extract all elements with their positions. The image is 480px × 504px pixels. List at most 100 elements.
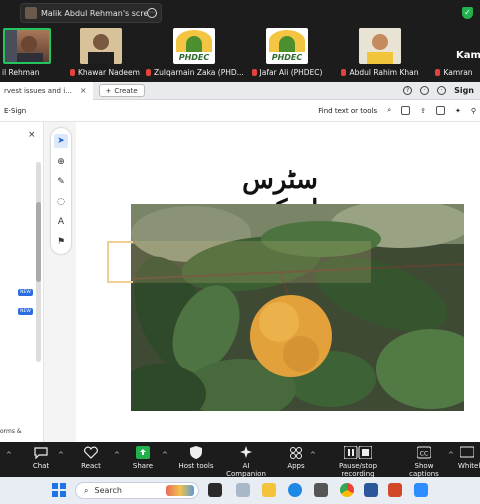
search-highlight-icon <box>166 485 194 496</box>
participant-name: il Rehman <box>2 68 40 77</box>
apps-icon <box>290 447 302 459</box>
phdec-logo: PHDEC <box>266 28 308 64</box>
file-explorer-icon[interactable] <box>262 483 276 497</box>
participant-tile[interactable]: PHDEC Jafar Ali (PHDEC) <box>250 28 324 82</box>
chevron-up-icon[interactable]: ^ <box>310 451 316 459</box>
lasso-icon[interactable]: ◌ <box>54 195 68 209</box>
new-badge: NEW <box>18 308 33 315</box>
share-label: Malik Abdul Rehman's screen <box>41 8 147 18</box>
chevron-up-icon[interactable]: ^ <box>6 451 12 459</box>
document-toolbar: E-Sign Find text or tools ⌕ ⇪ ✦ ⚲ <box>0 100 480 122</box>
participant-strip: il Rehman Khawar Nadeem PHDEC Zulqarnain… <box>0 28 480 82</box>
sign-button[interactable]: Sign <box>454 86 474 95</box>
esign-label[interactable]: E-Sign <box>4 107 26 115</box>
shield-icon <box>190 446 202 459</box>
participant-tile[interactable]: Khawar Nadeem <box>70 28 140 82</box>
participant-tile[interactable]: PHDEC Zulqarnain Zaka (PHD... <box>146 28 244 82</box>
captions-button[interactable]: CC Show captions <box>400 446 448 478</box>
participant-video <box>80 28 122 64</box>
zoom-app-icon[interactable] <box>414 483 428 497</box>
ai-companion-button[interactable]: AI Companion <box>222 446 270 478</box>
help-icon[interactable]: ? <box>403 86 413 95</box>
upload-icon[interactable]: ⇪ <box>420 107 426 115</box>
zoom-icon[interactable]: ⊕ <box>54 155 68 169</box>
selection-handle[interactable] <box>107 241 133 283</box>
participant-overflow-name: Kamr <box>456 50 480 61</box>
participant-tile[interactable]: il Rehman <box>0 28 54 82</box>
chevron-up-icon[interactable]: ^ <box>114 451 120 459</box>
chevron-up-icon[interactable]: ^ <box>58 451 64 459</box>
presenter-avatar <box>25 7 37 19</box>
powerpoint-icon[interactable] <box>388 483 402 497</box>
participant-name: Khawar Nadeem <box>70 68 140 77</box>
participant-name: Abdul Rahim Khan <box>336 68 424 77</box>
participant-name: Jafar Ali (PHDEC) <box>250 68 324 77</box>
participant-tile[interactable]: Abdul Rahim Khan <box>336 28 424 82</box>
close-tab-icon[interactable]: × <box>80 86 87 95</box>
apps-button[interactable]: Apps <box>284 446 308 470</box>
sparkle-icon <box>240 446 252 458</box>
react-button[interactable]: React <box>76 446 106 470</box>
panel-scrollbar[interactable] <box>36 162 41 362</box>
left-tools-panel: × NEW NEW orms & <box>0 122 44 442</box>
pen-icon[interactable]: ✎ <box>54 175 68 189</box>
text-selection-highlight[interactable] <box>131 241 371 283</box>
widget-icon[interactable] <box>236 483 250 497</box>
cc-icon: CC <box>417 446 431 459</box>
heart-icon <box>84 446 98 459</box>
share-screen-icon <box>136 446 150 459</box>
more-options-icon[interactable]: ⋯ <box>147 8 157 18</box>
windows-start-icon[interactable] <box>52 483 66 497</box>
mic-muted-icon <box>435 69 441 76</box>
participant-video <box>359 28 401 64</box>
plus-icon: + <box>105 86 112 95</box>
share-button[interactable]: Share <box>130 446 156 470</box>
participant-video <box>3 28 51 64</box>
host-tools-button[interactable]: Host tools <box>176 446 216 470</box>
close-panel-icon[interactable]: × <box>28 130 36 140</box>
task-view-icon[interactable] <box>208 483 222 497</box>
notifications-icon[interactable]: · <box>420 86 430 95</box>
ai-assistant-icon[interactable]: ✦ <box>455 107 461 115</box>
mic-muted-icon <box>341 69 347 76</box>
save-icon[interactable] <box>401 106 411 115</box>
find-text-field[interactable]: Find text or tools <box>318 107 377 115</box>
print-icon[interactable] <box>435 106 445 115</box>
encryption-shield-icon[interactable]: ✓ <box>462 7 473 19</box>
text-box-icon[interactable]: A <box>54 215 68 229</box>
meeting-controls: ^ Chat ^ React ^ Share ^ Host tools AI C… <box>0 442 480 478</box>
mic-muted-icon <box>146 69 151 76</box>
recording-button[interactable]: Pause/stop recording <box>322 446 394 478</box>
chevron-up-icon[interactable]: ^ <box>448 451 454 459</box>
search-icon[interactable]: ⌕ <box>387 106 391 115</box>
document-tab[interactable]: rvest issues and i... × <box>0 81 93 100</box>
whiteboard-button[interactable]: Whitel <box>458 446 480 470</box>
screen-share-indicator[interactable]: Malik Abdul Rehman's screen ⋯ <box>20 3 162 23</box>
create-button[interactable]: + Create <box>98 84 145 97</box>
select-cursor-icon[interactable]: ➤ <box>54 134 68 148</box>
orange-tree-photo <box>131 204 464 411</box>
tab-bar: rvest issues and i... × + Create ? · · S… <box>0 81 480 100</box>
stamp-icon[interactable]: ⚑ <box>54 235 68 249</box>
mic-muted-icon <box>251 69 257 76</box>
link-icon[interactable]: ⚲ <box>471 107 476 115</box>
chevron-up-icon[interactable]: ^ <box>162 451 168 459</box>
zoom-top-bar: Malik Abdul Rehman's screen ⋯ ✓ il Rehma… <box>0 0 480 82</box>
taskbar-search-box[interactable]: ⌕ Search <box>75 482 199 499</box>
windows-taskbar: ⌕ Search <box>0 477 480 504</box>
tab-title: rvest issues and i... <box>4 86 72 95</box>
chat-icon <box>34 447 48 459</box>
account-icon[interactable]: · <box>437 86 447 95</box>
word-icon[interactable] <box>364 483 378 497</box>
chat-button[interactable]: Chat <box>28 446 54 470</box>
panel-item-label[interactable]: orms & <box>0 428 22 436</box>
new-badge: NEW <box>18 289 33 296</box>
participant-name: Kamran <box>428 68 480 77</box>
mic-muted-icon <box>70 69 75 76</box>
edge-icon[interactable] <box>288 483 302 497</box>
whiteboard-icon <box>460 446 474 458</box>
search-icon: ⌕ <box>84 485 89 495</box>
screen: Malik Abdul Rehman's screen ⋯ ✓ il Rehma… <box>0 0 480 504</box>
store-icon[interactable] <box>314 483 328 497</box>
chrome-icon[interactable] <box>340 483 354 497</box>
